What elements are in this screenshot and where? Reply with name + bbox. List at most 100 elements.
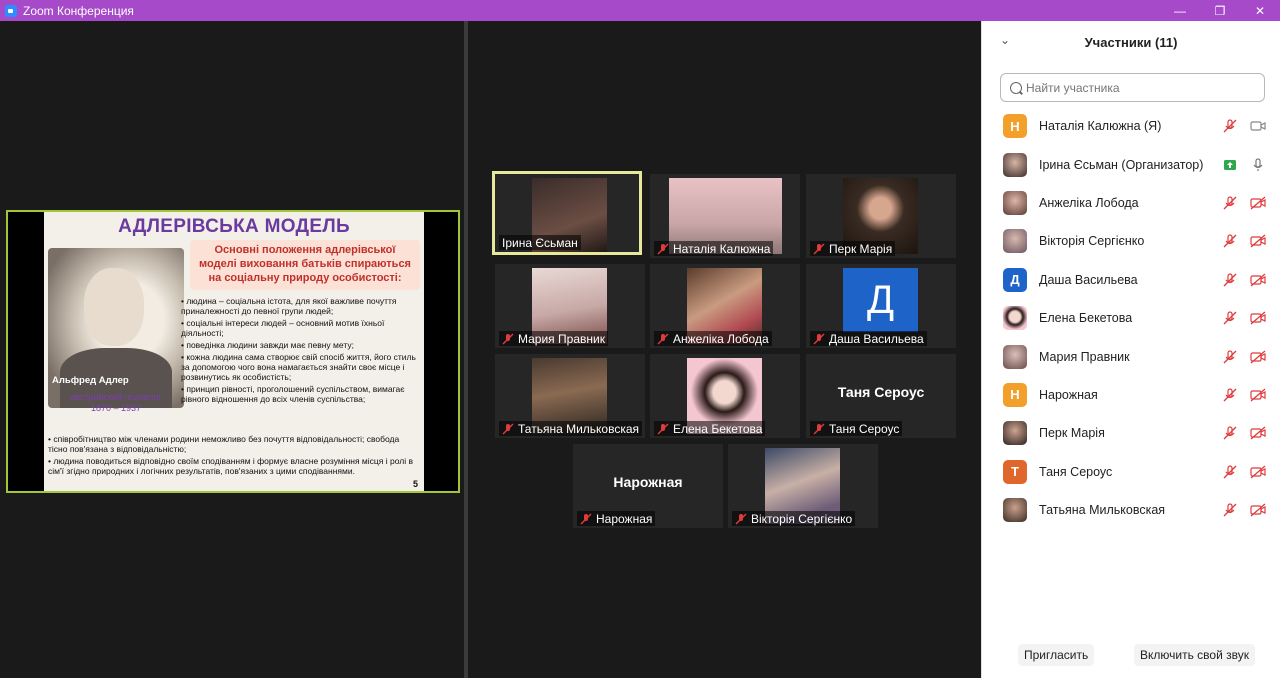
search-input[interactable] (1026, 80, 1256, 95)
presentation-slide: АДЛЕРІВСЬКА МОДЕЛЬ Альфред Адлер Основні… (44, 212, 424, 491)
tile-name: Мария Правник (518, 331, 605, 346)
video-tile[interactable]: Анжеліка Лобода (650, 264, 800, 348)
muted-mic-icon (502, 423, 514, 434)
participant-avatar: Д (843, 268, 918, 332)
mic-muted-icon[interactable] (1222, 426, 1238, 440)
muted-mic-icon (657, 243, 669, 254)
video-tile[interactable]: Д Даша Васильева (806, 264, 956, 348)
muted-mic-icon (657, 333, 669, 344)
tile-center-name: Таня Сероус (837, 384, 925, 400)
mic-muted-icon[interactable] (1222, 349, 1238, 364)
chevron-down-icon[interactable]: ⌄ (1000, 33, 1010, 47)
list-item[interactable]: Татьяна Мильковская (982, 491, 1280, 529)
tile-name: Татьяна Мильковская (518, 421, 640, 436)
slide-title: АДЛЕРІВСЬКА МОДЕЛЬ (118, 216, 350, 237)
avatar (1003, 344, 1027, 369)
muted-mic-icon (813, 243, 825, 254)
maximize-button[interactable]: ❐ (1200, 0, 1240, 21)
avatar: Н (1003, 382, 1027, 407)
video-tile[interactable]: Таня Сероус Таня Сероус (806, 354, 956, 438)
tile-name: Ірина Єсьман (502, 235, 578, 250)
video-icon[interactable] (1250, 119, 1266, 133)
mic-muted-icon[interactable] (1222, 388, 1238, 402)
participant-search[interactable] (1000, 73, 1265, 102)
video-tile[interactable]: Наталія Калюжна (650, 174, 800, 258)
video-off-icon[interactable] (1250, 196, 1266, 210)
avatar: Т (1003, 459, 1027, 484)
invite-button[interactable]: Пригласить (1018, 644, 1095, 666)
slide-heading-box: Основні положення адлерівської моделі ви… (190, 240, 420, 290)
mic-muted-icon[interactable] (1222, 273, 1238, 287)
tile-center-name: Нарожная (613, 474, 683, 490)
muted-mic-icon (813, 333, 825, 344)
slide-page-number: 5 (412, 479, 418, 489)
tile-name: Вікторія Сергієнко (751, 511, 853, 526)
muted-mic-icon (813, 423, 825, 434)
panel-header: ⌄ Участники (11) (982, 21, 1280, 63)
list-item[interactable]: Вікторія Сергієнко (982, 222, 1280, 260)
video-tile[interactable]: Вікторія Сергієнко (728, 444, 878, 528)
zoom-app-icon (5, 4, 17, 17)
mic-muted-icon[interactable] (1222, 234, 1238, 248)
portrait-subtitle: австрийский психолог 1870 – 1937 (70, 392, 162, 413)
video-off-icon[interactable] (1250, 350, 1266, 364)
muted-mic-icon (502, 333, 514, 344)
avatar: Н (1003, 114, 1027, 139)
window-title: Zoom Конференция (23, 3, 134, 18)
list-item[interactable]: Д Даша Васильева (982, 261, 1280, 299)
video-off-icon[interactable] (1250, 311, 1266, 325)
close-button[interactable]: ✕ (1240, 0, 1280, 21)
video-off-icon[interactable] (1250, 273, 1266, 287)
video-tile[interactable]: Татьяна Мильковская (495, 354, 645, 438)
video-off-icon[interactable] (1250, 388, 1266, 402)
list-item[interactable]: Елена Бекетова (982, 299, 1280, 337)
avatar (1003, 421, 1027, 446)
video-tile[interactable]: Елена Бекетова (650, 354, 800, 438)
share-screen-icon (1224, 159, 1236, 170)
video-tile[interactable]: Нарожная Нарожная (573, 444, 723, 528)
video-tile[interactable]: Мария Правник (495, 264, 645, 348)
muted-mic-icon (735, 513, 747, 524)
tile-name: Нарожная (596, 511, 653, 526)
slide-bullets: • людина – соціальна істота, для якої ва… (181, 296, 416, 404)
avatar: Д (1003, 267, 1027, 292)
portrait-caption: Альфред Адлер (52, 375, 129, 386)
search-icon (1010, 81, 1022, 94)
mic-muted-icon[interactable] (1222, 465, 1238, 479)
list-item[interactable]: Н Наталія Калюжна (Я) (982, 107, 1280, 145)
mic-muted-icon[interactable] (1222, 503, 1238, 517)
avatar (1003, 306, 1027, 331)
avatar (1003, 152, 1027, 177)
video-off-icon[interactable] (1250, 234, 1266, 248)
list-item[interactable]: Н Нарожная (982, 376, 1280, 414)
mic-muted-icon[interactable] (1222, 311, 1238, 325)
tile-name: Даша Васильева (829, 331, 924, 346)
video-tile[interactable]: Ірина Єсьман (492, 171, 642, 255)
video-off-icon[interactable] (1250, 465, 1266, 479)
video-off-icon[interactable] (1250, 426, 1266, 440)
minimize-button[interactable]: — (1160, 0, 1200, 21)
avatar (1003, 229, 1027, 254)
list-item[interactable]: Ірина Єсьман (Организатор) (982, 145, 1280, 183)
mic-icon[interactable] (1250, 157, 1266, 172)
panel-footer: Пригласить Включить свой звук (982, 644, 1280, 666)
participant-list: Н Наталія Калюжна (Я) Ірина Єсьман (Орга… (982, 107, 1280, 529)
muted-mic-icon (580, 513, 592, 524)
mic-muted-icon[interactable] (1222, 196, 1238, 210)
list-item[interactable]: Т Таня Сероус (982, 453, 1280, 491)
video-gallery: Ірина Єсьман Наталія Калюжна Перк Марія … (468, 21, 980, 678)
video-tile[interactable]: Перк Марія (806, 174, 956, 258)
list-item[interactable]: Анжеліка Лобода (982, 184, 1280, 222)
mic-muted-icon[interactable] (1222, 119, 1238, 133)
avatar (1003, 498, 1027, 523)
tile-name: Наталія Калюжна (673, 241, 771, 256)
unmute-self-button[interactable]: Включить свой звук (1134, 644, 1255, 666)
list-item[interactable]: Мария Правник (982, 337, 1280, 375)
panel-title: Участники (11) (1084, 34, 1178, 50)
tile-name: Анжеліка Лобода (673, 331, 769, 346)
video-off-icon[interactable] (1250, 503, 1266, 517)
shared-screen[interactable]: АДЛЕРІВСЬКА МОДЕЛЬ Альфред Адлер Основні… (6, 210, 460, 493)
list-item[interactable]: Перк Марія (982, 414, 1280, 452)
tile-name: Елена Бекетова (673, 421, 763, 436)
participants-panel: ⌄ Участники (11) Н Наталія Калюжна (Я) І… (981, 21, 1280, 678)
